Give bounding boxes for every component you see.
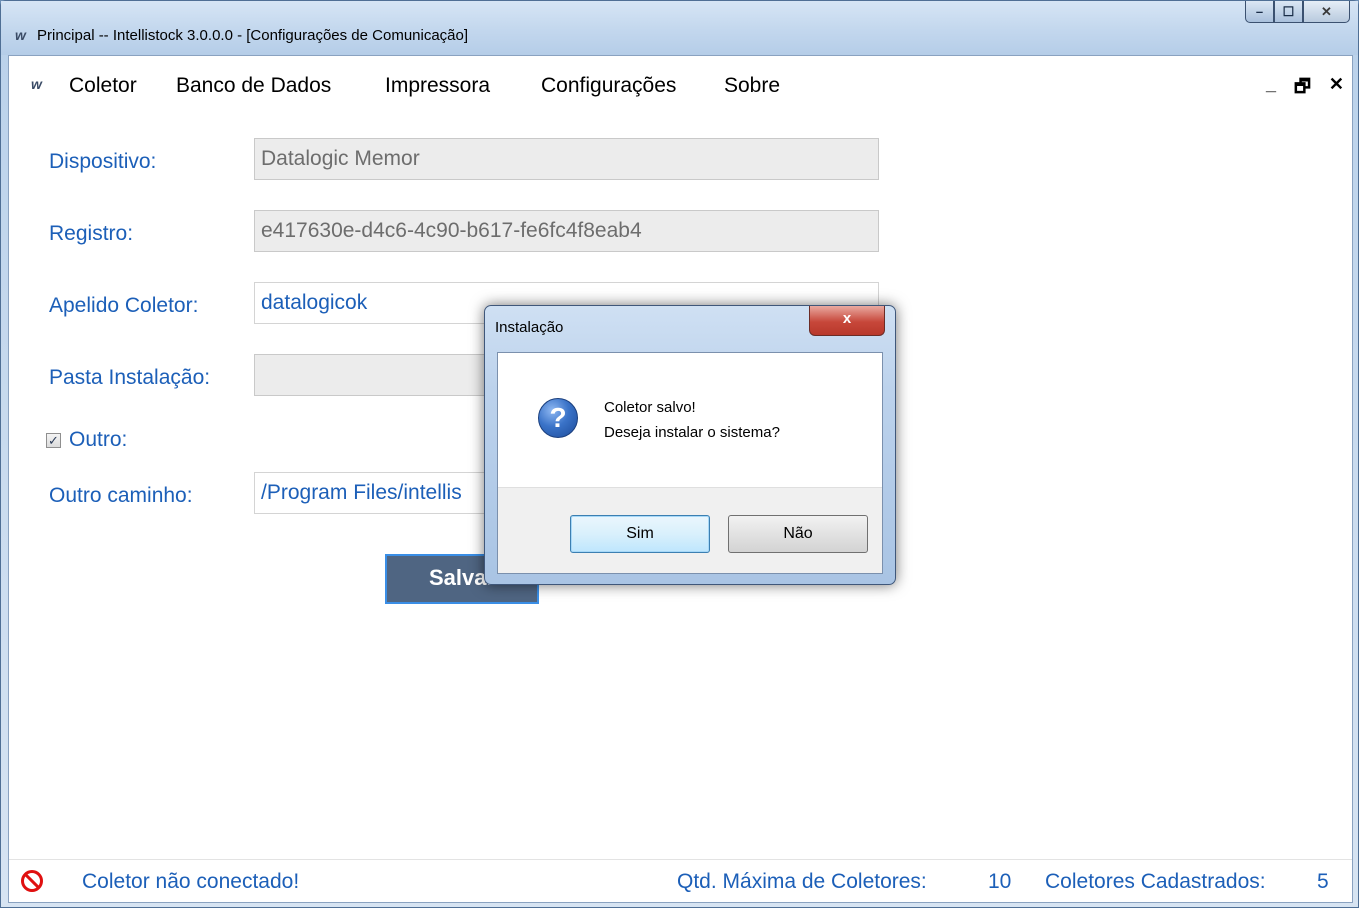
yes-button[interactable]: Sim (570, 515, 710, 553)
maximize-icon: ☐ (1282, 3, 1295, 19)
mdi-close-button[interactable]: ✕ (1329, 74, 1344, 104)
caption-buttons: – ☐ ✕ (1245, 1, 1350, 23)
registro-label: Registro: (49, 222, 134, 245)
outro-caminho-label: Outro caminho: (49, 484, 193, 507)
registro-field[interactable]: e417630e-d4c6-4c90-b617-fe6fc4f8eab4 (254, 210, 879, 252)
connection-status: Coletor não conectado! (82, 870, 300, 893)
registered-collectors-value: 5 (1317, 870, 1329, 893)
dialog-message-line1: Coletor salvo! (604, 399, 696, 416)
menu-item-sobre[interactable]: Sobre (724, 74, 780, 98)
question-icon: ? (538, 398, 578, 438)
menu-logo-icon[interactable]: w (31, 76, 42, 92)
outro-checkbox[interactable]: ✓ (46, 433, 61, 448)
max-collectors-label: Qtd. Máxima de Coletores: (677, 870, 927, 893)
menu-item-coletor[interactable]: Coletor (69, 74, 137, 98)
no-button[interactable]: Não (728, 515, 868, 553)
minimize-icon: – (1255, 4, 1264, 19)
dispositivo-label: Dispositivo: (49, 150, 157, 173)
max-collectors-value: 10 (988, 870, 1012, 893)
mdi-controls: _ 🗗 ✕ (1266, 74, 1344, 104)
dialog-body: ? Coletor salvo! Deseja instalar o siste… (497, 352, 883, 574)
dispositivo-field[interactable]: Datalogic Memor (254, 138, 879, 180)
menu-item-configuracoes[interactable]: Configurações (541, 74, 676, 98)
no-entry-icon (21, 870, 43, 892)
menu-item-banco-de-dados[interactable]: Banco de Dados (176, 74, 331, 98)
menu-item-impressora[interactable]: Impressora (385, 74, 490, 98)
install-dialog: Instalação x ? Coletor salvo! Deseja ins… (484, 305, 896, 585)
menu-bar: w Coletor Banco de Dados Impressora Conf… (9, 56, 1352, 117)
close-icon: x (842, 310, 852, 327)
minimize-button[interactable]: – (1245, 1, 1274, 23)
pasta-instalacao-label: Pasta Instalação: (49, 366, 211, 389)
dialog-message-line2: Deseja instalar o sistema? (604, 424, 780, 441)
close-button[interactable]: ✕ (1303, 1, 1350, 23)
dialog-title: Instalação (495, 319, 564, 336)
maximize-button[interactable]: ☐ (1274, 1, 1303, 23)
app-logo-icon: w (15, 27, 26, 43)
registered-collectors-label: Coletores Cadastrados: (1045, 870, 1266, 893)
dialog-close-button[interactable]: x (809, 306, 885, 336)
window-title: Principal -- Intellistock 3.0.0.0 - [Con… (37, 27, 469, 44)
apelido-coletor-label: Apelido Coletor: (49, 294, 199, 317)
mdi-restore-button[interactable]: 🗗 (1294, 74, 1311, 104)
outro-label: Outro: (69, 428, 128, 451)
close-icon: ✕ (1321, 3, 1332, 19)
mdi-minimize-button[interactable]: _ (1266, 74, 1276, 104)
status-bar: Coletor não conectado! Qtd. Máxima de Co… (9, 859, 1352, 902)
title-bar[interactable]: w Principal -- Intellistock 3.0.0.0 - [C… (1, 1, 1358, 55)
